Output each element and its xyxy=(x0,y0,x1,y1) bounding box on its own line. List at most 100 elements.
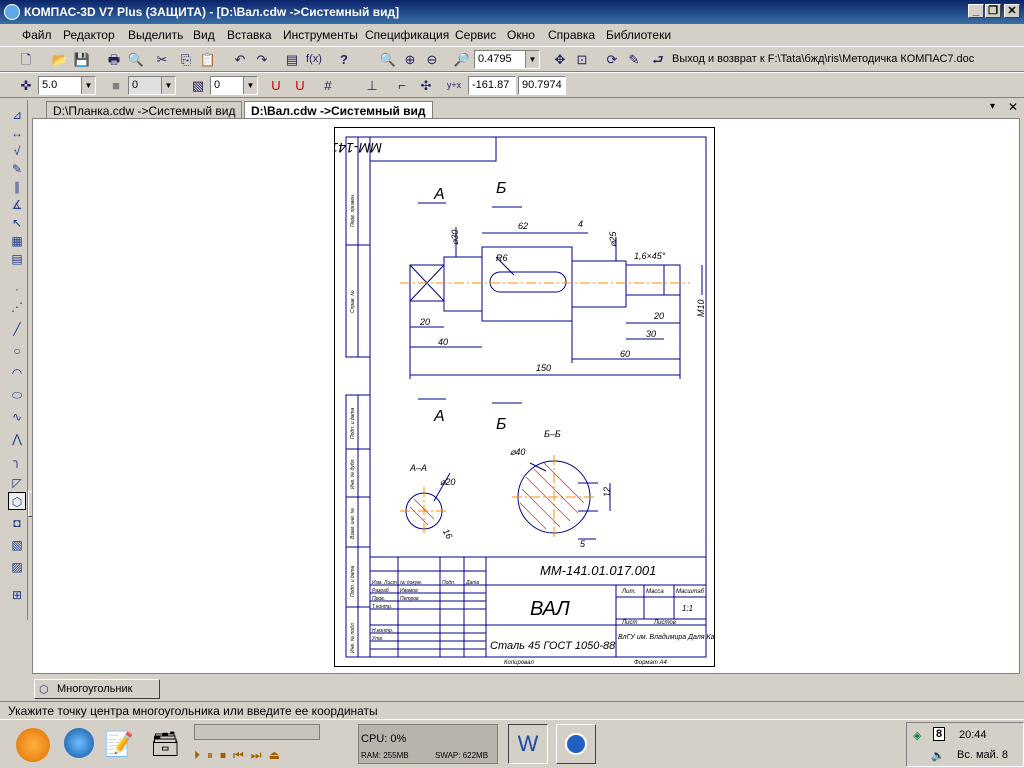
zoom-field[interactable]: 0.4795 ▼ xyxy=(474,50,540,69)
kompas-app-icon[interactable] xyxy=(4,4,20,20)
menu-window[interactable]: Окно xyxy=(507,28,535,42)
undo-icon[interactable]: ↶ xyxy=(230,50,250,69)
cut-icon[interactable]: ✂ xyxy=(152,50,172,69)
polygon-icon[interactable]: ⬡ xyxy=(8,492,26,510)
hatch-icon[interactable]: ▧ xyxy=(188,76,208,95)
zoom-in-icon[interactable]: ⊕ xyxy=(400,50,420,69)
save-icon[interactable]: 💾 xyxy=(72,50,92,69)
speaker-icon[interactable]: 🔈 xyxy=(931,749,945,762)
tab-val[interactable]: D:\Вал.cdw ->Системный вид xyxy=(244,101,433,118)
designations-icon[interactable]: √ xyxy=(8,142,26,160)
round-icon[interactable]: ✣ xyxy=(416,76,436,95)
hatch-tool-icon[interactable]: ▧ xyxy=(8,536,26,554)
return-link[interactable]: Выход и возврат к F:\Tata\бжд\ris\Методи… xyxy=(672,53,974,65)
chevron-down-icon[interactable]: ▼ xyxy=(525,51,539,68)
magnet-icon[interactable]: U xyxy=(266,76,286,95)
dimensions-icon[interactable]: ↔ xyxy=(8,124,26,142)
parametrization-icon[interactable]: ∥ xyxy=(8,178,26,196)
polygon-panel-tab[interactable]: ⬡ Многоугольник xyxy=(34,679,160,699)
copy-icon[interactable]: ⎘ xyxy=(176,50,196,69)
arc-icon[interactable]: ◠ xyxy=(8,364,26,382)
zoom-scale-icon[interactable]: 🔎 xyxy=(452,50,472,69)
equidistant-icon[interactable]: ▨ xyxy=(8,558,26,576)
chamfer-icon[interactable]: ◸ xyxy=(8,474,26,492)
menu-view[interactable]: Вид xyxy=(193,28,215,42)
polyline-icon[interactable]: ⋀ xyxy=(8,430,26,448)
start-orb-icon[interactable] xyxy=(16,728,50,762)
report-icon[interactable]: ▤ xyxy=(8,250,26,268)
clock-time[interactable]: 20:44 xyxy=(959,729,987,741)
menu-tools[interactable]: Инструменты xyxy=(283,28,358,42)
menu-insert[interactable]: Вставка xyxy=(227,28,272,42)
manager-icon[interactable]: ▤ xyxy=(282,50,302,69)
segment-icon[interactable]: ╱ xyxy=(8,320,26,338)
drawing-sheet[interactable]: ММ-141.01.017.001 А Б А Б 62 4 ⌀30 ⌀25 1… xyxy=(334,127,715,667)
shaft-seg3 xyxy=(571,260,627,308)
menu-help[interactable]: Справка xyxy=(548,28,595,42)
archive-icon[interactable]: 🗃 xyxy=(150,730,180,759)
ellipse-icon[interactable]: ⬭ xyxy=(8,386,26,404)
tab-menu-icon[interactable]: ▾ xyxy=(990,101,995,112)
tab-planka[interactable]: D:\Планка.cdw ->Системный вид xyxy=(46,101,243,118)
redo-icon[interactable]: ↷ xyxy=(252,50,272,69)
menu-edit[interactable]: Редактор xyxy=(63,28,115,42)
ortho-icon[interactable]: ⌐ xyxy=(392,76,412,95)
circle-icon[interactable]: ○ xyxy=(8,342,26,360)
aux-line-icon[interactable]: ⋰ xyxy=(8,298,26,316)
coord-y-field[interactable]: 90.7974 xyxy=(518,76,566,95)
spec-icon[interactable]: ▦ xyxy=(8,232,26,250)
contour-icon[interactable]: ◘ xyxy=(8,514,26,532)
restore-button[interactable]: ❐ xyxy=(985,4,1001,18)
media-controls-icon[interactable]: ⏵⏸⏹⏮⏭⏏ xyxy=(194,748,287,763)
spline-icon[interactable]: ∿ xyxy=(8,408,26,426)
measure-icon[interactable]: ∡ xyxy=(8,196,26,214)
coord-x-field[interactable]: -161.87 xyxy=(468,76,516,95)
properties-icon[interactable]: ✎ xyxy=(624,50,644,69)
cpu-label: CPU: 0% xyxy=(361,733,407,745)
zoom-out-icon[interactable]: ⊖ xyxy=(422,50,442,69)
hatch-field[interactable]: 0 ▼ xyxy=(210,76,258,95)
menu-service[interactable]: Сервис xyxy=(455,28,496,42)
globe-icon[interactable] xyxy=(64,728,94,758)
fillet-icon[interactable]: ╮ xyxy=(8,452,26,470)
local-cs-icon[interactable]: ⊥ xyxy=(362,76,382,95)
lang-indicator[interactable]: 8 xyxy=(933,727,946,741)
menu-specification[interactable]: Спецификация xyxy=(365,28,449,42)
print-icon[interactable]: 🖶 xyxy=(104,50,124,69)
kompas-task-icon[interactable] xyxy=(556,724,596,764)
open-icon[interactable]: 📂 xyxy=(50,50,70,69)
pan-icon[interactable]: ✥ xyxy=(550,50,570,69)
chevron-down-icon[interactable]: ▼ xyxy=(243,77,257,94)
menu-file[interactable]: Файл xyxy=(22,28,52,42)
grid-icon[interactable]: # xyxy=(318,76,338,95)
snap-magnet-icon[interactable]: U xyxy=(290,76,310,95)
new-document-icon[interactable]: 🗋 xyxy=(16,50,36,69)
title-bar: КОМПАС-3D V7 Plus (ЗАЩИТА) - [D:\Вал.cdw… xyxy=(0,0,1024,24)
variables-icon[interactable]: f(x) xyxy=(304,50,324,69)
editing-icon[interactable]: ✎ xyxy=(8,160,26,178)
word-task-icon[interactable]: W xyxy=(508,724,548,764)
menu-libraries[interactable]: Библиотеки xyxy=(606,28,671,42)
menu-select[interactable]: Выделить xyxy=(128,28,183,42)
notepad-icon[interactable]: 📝 xyxy=(104,730,134,759)
help-icon[interactable]: ? xyxy=(334,50,354,69)
point-icon[interactable]: · xyxy=(8,280,26,298)
return-doc-icon[interactable]: ⮐ xyxy=(648,50,668,69)
minimize-button[interactable]: _ xyxy=(968,4,984,18)
zoom-window-icon[interactable]: 🔍 xyxy=(378,50,398,69)
snap-icon[interactable]: ✜ xyxy=(16,76,36,95)
select-icon[interactable]: ↖ xyxy=(8,214,26,232)
collect-contour-icon[interactable]: ⊞ xyxy=(8,586,26,604)
tray-app-icon[interactable]: ◈ xyxy=(913,729,921,742)
paste-icon[interactable]: 📋 xyxy=(198,50,218,69)
show-all-icon[interactable]: ⊡ xyxy=(572,50,592,69)
print-preview-icon[interactable]: 🔍 xyxy=(126,50,146,69)
close-button[interactable]: ✕ xyxy=(1004,4,1020,18)
refresh-icon[interactable]: ⟳ xyxy=(602,50,622,69)
dim-5: 5 xyxy=(580,539,586,549)
close-tab-icon[interactable]: ✕ xyxy=(1008,100,1018,114)
chevron-down-icon[interactable]: ▼ xyxy=(81,77,95,94)
geometry-icon[interactable]: ⊿ xyxy=(8,106,26,124)
cursor-coords-icon: y+x xyxy=(446,80,462,90)
style-field[interactable]: 5.0 ▼ xyxy=(38,76,96,95)
